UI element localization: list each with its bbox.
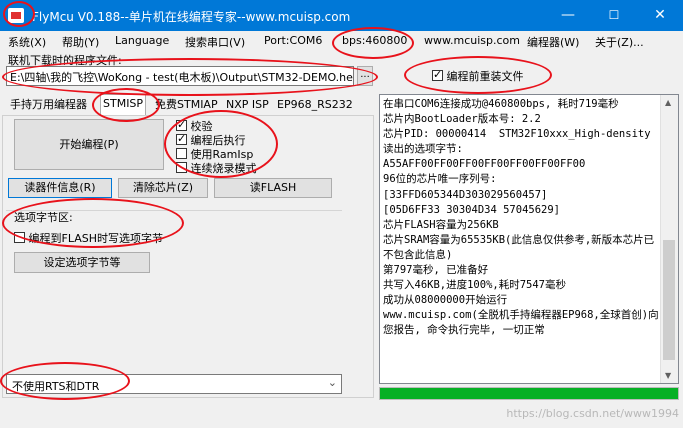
log-text: 在串口COM6连接成功@460800bps, 耗时719毫秒 芯片内BootLoa… bbox=[383, 97, 661, 339]
chevron-down-icon[interactable]: ⌄ bbox=[328, 376, 337, 389]
log-line: 读出的选项字节: bbox=[383, 143, 463, 156]
log-output[interactable]: 在串口COM6连接成功@460800bps, 耗时719毫秒 芯片内BootLoa… bbox=[379, 94, 679, 384]
close-button[interactable]: ✕ bbox=[637, 0, 683, 31]
menu-port[interactable]: Port:COM6 bbox=[264, 34, 322, 47]
rts-dtr-value: 不使用RTS和DTR bbox=[12, 380, 100, 393]
tab-nxp-isp[interactable]: NXP ISP bbox=[224, 96, 271, 114]
log-line: [33FFD605344D303029560457] bbox=[383, 188, 548, 201]
tab-free-stmiap[interactable]: 免费STMIAP bbox=[153, 96, 220, 114]
log-line: 96位的芯片唯一序列号: bbox=[383, 173, 497, 186]
maximize-button[interactable]: ☐ bbox=[591, 0, 637, 31]
menu-language[interactable]: Language bbox=[115, 34, 169, 47]
menu-bps[interactable]: bps:460800 bbox=[342, 34, 407, 47]
menu-search-port[interactable]: 搜索串口(V) bbox=[185, 34, 245, 50]
watermark: https://blog.csdn.net/www1994 bbox=[506, 407, 679, 420]
log-line: www.mcuisp.com(全脱机手持编程器EP968,全球首创)向您报告, … bbox=[383, 309, 659, 337]
start-programming-button[interactable]: 开始编程(P) bbox=[14, 119, 164, 170]
log-line: 成功从08000000开始运行 bbox=[383, 294, 508, 307]
read-device-info-button[interactable]: 读器件信息(R) bbox=[8, 178, 112, 198]
option-bytes-title: 选项字节区: bbox=[14, 211, 73, 224]
log-line: A55AFF00FF00FF00FF00FF00FF00FF00 bbox=[383, 158, 586, 171]
app-icon bbox=[8, 8, 24, 23]
menu-system[interactable]: 系统(X) bbox=[8, 34, 46, 50]
browse-button[interactable]: ... bbox=[357, 66, 373, 86]
minimize-button[interactable]: — bbox=[545, 0, 591, 31]
reload-before-program[interactable]: 编程前重装文件 bbox=[432, 68, 524, 84]
log-line: 共写入46KB,进度100%,耗时7547毫秒 bbox=[383, 279, 567, 292]
log-scrollbar[interactable]: ▲ ▼ bbox=[660, 95, 678, 383]
menu-about[interactable]: 关于(Z)... bbox=[595, 34, 644, 50]
reload-checkbox[interactable] bbox=[432, 68, 443, 81]
tab-handheld-programmer[interactable]: 手持万用编程器 bbox=[8, 96, 89, 114]
set-option-bytes-button[interactable]: 设定选项字节等 bbox=[14, 252, 150, 273]
log-line: 芯片内BootLoader版本号: 2.2 bbox=[383, 113, 541, 126]
reload-label: 编程前重装文件 bbox=[446, 70, 524, 83]
write-option-bytes-label: 编程到FLASH时写选项字节 bbox=[28, 232, 164, 245]
window-title: FlyMcu V0.188--单片机在线编程专家--www.mcuisp.com bbox=[32, 10, 351, 24]
write-option-bytes-checkbox[interactable] bbox=[14, 232, 25, 243]
tab-ep968-rs232[interactable]: EP968_RS232 bbox=[275, 96, 355, 114]
scroll-up-icon[interactable]: ▲ bbox=[665, 98, 671, 107]
log-line: 芯片SRAM容量为65535KB(此信息仅供参考,新版本芯片已不包含此信息) bbox=[383, 233, 655, 261]
run-after-checkbox[interactable] bbox=[176, 132, 187, 145]
continuous-label: 连续烧录模式 bbox=[190, 162, 257, 175]
menu-bar: 系统(X) 帮助(Y) Language 搜索串口(V) Port:COM6 b… bbox=[0, 31, 683, 51]
read-flash-button[interactable]: 读FLASH bbox=[214, 178, 332, 198]
tab-stmisp[interactable]: STMISP bbox=[100, 94, 147, 116]
progress-bar bbox=[379, 387, 679, 400]
log-line: 在串口COM6连接成功@460800bps, 耗时719毫秒 bbox=[383, 98, 619, 110]
log-line: 芯片PID: 00000414 STM32F10xxx_High-density bbox=[383, 128, 651, 141]
log-line: 芯片FLASH容量为256KB bbox=[383, 218, 499, 231]
file-path-input[interactable]: E:\四轴\我的飞控\WoKong - test(电木板)\Output\STM… bbox=[6, 66, 354, 86]
title-bar: FlyMcu V0.188--单片机在线编程专家--www.mcuisp.com… bbox=[0, 0, 683, 31]
rts-dtr-select[interactable]: 不使用RTS和DTR ⌄ bbox=[6, 374, 342, 394]
menu-programmer[interactable]: 编程器(W) bbox=[527, 34, 579, 50]
option-continuous-mode[interactable]: 连续烧录模式 bbox=[176, 160, 257, 176]
scroll-down-icon[interactable]: ▼ bbox=[665, 371, 671, 380]
log-line: [05D6FF33 30304D34 57045629] bbox=[383, 203, 561, 216]
menu-website[interactable]: www.mcuisp.com bbox=[424, 34, 520, 47]
ramisp-checkbox[interactable] bbox=[176, 148, 187, 159]
write-option-bytes[interactable]: 编程到FLASH时写选项字节 bbox=[14, 230, 163, 246]
clear-chip-button[interactable]: 清除芯片(Z) bbox=[118, 178, 208, 198]
continuous-checkbox[interactable] bbox=[176, 162, 187, 173]
verify-checkbox[interactable] bbox=[176, 118, 187, 131]
menu-help[interactable]: 帮助(Y) bbox=[62, 34, 99, 50]
scroll-thumb[interactable] bbox=[663, 240, 675, 360]
log-line: 第797毫秒, 已准备好 bbox=[383, 264, 489, 277]
